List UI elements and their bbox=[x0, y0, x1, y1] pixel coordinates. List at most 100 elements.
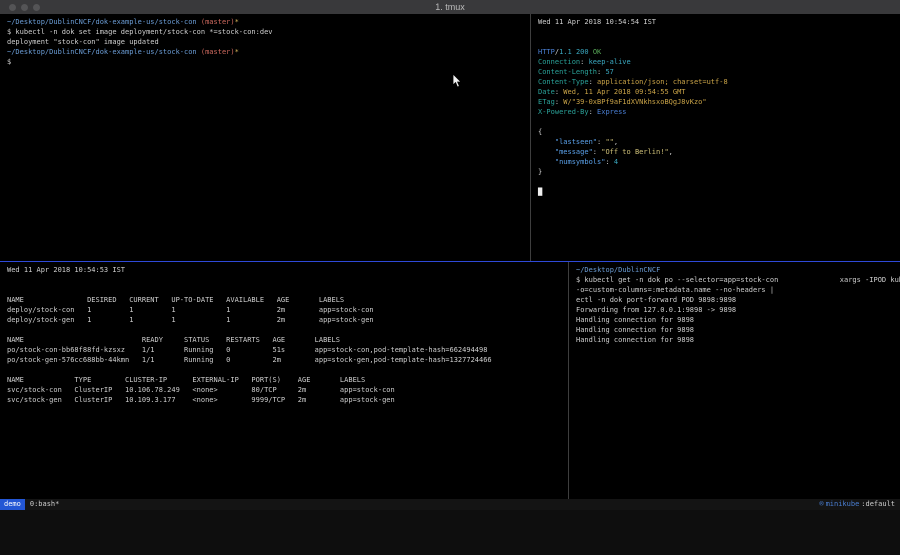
kube-context-icon: ® bbox=[819, 499, 823, 510]
terminal-line bbox=[7, 365, 568, 375]
terminal-text-segment: : bbox=[589, 108, 597, 116]
terminal-text-segment: deploy/stock-gen 1 1 1 1 2m app=stock-ge… bbox=[7, 316, 374, 324]
terminal-text-segment: (master) bbox=[201, 18, 235, 26]
terminal-line: ~/Desktop/DublinCNCF/dok-example-us/stoc… bbox=[7, 47, 530, 57]
terminal-line: $ kubectl -n dok set image deployment/st… bbox=[7, 27, 530, 37]
terminal-line: NAME TYPE CLUSTER-IP EXTERNAL-IP PORT(S)… bbox=[7, 375, 568, 385]
terminal-line: ETag: W/"39-0xBPf9aF1dXVNkhsxoBQgJ8vKzo" bbox=[538, 97, 900, 107]
terminal-line: Handling connection for 9898 bbox=[576, 325, 900, 335]
terminal-text-segment: NAME TYPE CLUSTER-IP EXTERNAL-IP PORT(S)… bbox=[7, 376, 365, 384]
terminal-text-segment: , bbox=[614, 138, 618, 146]
pane-top-right-http-response[interactable]: Wed 11 Apr 2018 10:54:54 IST HTTP/1.1 200… bbox=[531, 14, 900, 264]
status-right: ® minikube :default bbox=[819, 499, 895, 510]
pane-divider-horizontal[interactable] bbox=[0, 261, 900, 262]
terminal-line: deploy/stock-gen 1 1 1 1 2m app=stock-ge… bbox=[7, 315, 568, 325]
terminal-text-segment: "" bbox=[605, 138, 613, 146]
terminal-line bbox=[538, 117, 900, 127]
terminal-text-segment: NAME READY STATUS RESTARTS AGE LABELS bbox=[7, 336, 340, 344]
terminal-text-segment: , bbox=[669, 148, 673, 156]
tmux-window: 1. tmux ~/Desktop/DublinCNCF/dok-example… bbox=[0, 0, 900, 510]
terminal-line: deployment "stock-con" image updated bbox=[7, 37, 530, 47]
terminal-line: Content-Type: application/json; charset=… bbox=[538, 77, 900, 87]
terminal-text-segment: keep-alive bbox=[589, 58, 631, 66]
terminal-text-segment: Forwarding from 127.0.0.1:9898 -> 9898 bbox=[576, 306, 736, 314]
terminal-text-segment: NAME DESIRED CURRENT UP-TO-DATE AVAILABL… bbox=[7, 296, 344, 304]
terminal-line bbox=[538, 27, 900, 37]
terminal-text-segment: "lastseen" bbox=[538, 138, 597, 146]
terminal-text-segment: 4 bbox=[614, 158, 618, 166]
mouse-cursor bbox=[452, 74, 463, 89]
terminal-text-segment: W/"39-0xBPf9aF1dXVNkhsxoBQgJ8vKzo" bbox=[563, 98, 706, 106]
terminal-line: █ bbox=[538, 187, 900, 197]
terminal-line: "message": "Off to Berlin!", bbox=[538, 147, 900, 157]
pane-divider-vertical-bottom[interactable] bbox=[568, 262, 569, 499]
terminal-text-segment: Express bbox=[597, 108, 627, 116]
pane-top-left-shell[interactable]: ~/Desktop/DublinCNCF/dok-example-us/stoc… bbox=[0, 14, 533, 264]
terminal-line bbox=[7, 325, 568, 335]
terminal-line: { bbox=[538, 127, 900, 137]
minimize-button[interactable] bbox=[21, 4, 28, 11]
terminal-line: svc/stock-gen ClusterIP 10.109.3.177 <no… bbox=[7, 395, 568, 405]
terminal-line: Wed 11 Apr 2018 10:54:54 IST bbox=[538, 17, 900, 27]
pane-divider-vertical-top[interactable] bbox=[530, 14, 531, 261]
terminal-text-segment: : bbox=[580, 58, 588, 66]
terminal-line: $ bbox=[7, 57, 530, 67]
terminal-text-segment: xargs -IPOD kub bbox=[840, 275, 900, 285]
terminal-line bbox=[538, 37, 900, 47]
terminal-line: po/stock-gen-576cc688bb-44kmn 1/1 Runnin… bbox=[7, 355, 568, 365]
terminal-line: NAME DESIRED CURRENT UP-TO-DATE AVAILABL… bbox=[7, 295, 568, 305]
terminal-text-segment: Handling connection for 9898 bbox=[576, 326, 694, 334]
terminal-line: ectl -n dok port-forward POD 9898:9898 bbox=[576, 295, 900, 305]
terminal-line: po/stock-con-bb68f88fd-kzsxz 1/1 Running… bbox=[7, 345, 568, 355]
terminal-line: "numsymbols": 4 bbox=[538, 157, 900, 167]
terminal-text-segment: $ kubectl -n dok set image deployment/st… bbox=[7, 28, 273, 36]
terminal-text-segment: deployment "stock-con" image updated bbox=[7, 38, 159, 46]
pane-bottom-right-port-forward[interactable]: ~/Desktop/DublinCNCF $ kubectl get -n dok… bbox=[569, 262, 900, 502]
terminal-text-segment: Wed 11 Apr 2018 10:54:54 IST bbox=[538, 18, 656, 26]
terminal-line: svc/stock-con ClusterIP 10.106.78.249 <n… bbox=[7, 385, 568, 395]
terminal-line: Wed 11 Apr 2018 10:54:53 IST bbox=[7, 265, 568, 275]
terminal-text-segment: : bbox=[605, 158, 613, 166]
terminal-text-segment: } bbox=[538, 168, 542, 176]
desktop-background: 1. tmux ~/Desktop/DublinCNCF/dok-example… bbox=[0, 0, 900, 555]
terminal-text-segment: Handling connection for 9898 bbox=[576, 316, 694, 324]
terminal-line: Date: Wed, 11 Apr 2018 09:54:55 GMT bbox=[538, 87, 900, 97]
zoom-button[interactable] bbox=[33, 4, 40, 11]
terminal-text-segment: "Off to Berlin!" bbox=[601, 148, 668, 156]
pane-bottom-left-kubectl-watch[interactable]: Wed 11 Apr 2018 10:54:53 IST NAME DESIRED… bbox=[0, 262, 571, 502]
terminal-text-segment: ~/Desktop/DublinCNCF/dok-example-us/stoc… bbox=[7, 18, 201, 26]
terminal-line bbox=[7, 275, 568, 285]
terminal-line: } bbox=[538, 167, 900, 177]
terminal-text-segment: "message" bbox=[538, 148, 593, 156]
terminal-line: Handling connection for 9898 bbox=[576, 335, 900, 345]
terminal-text-segment: ETag bbox=[538, 98, 555, 106]
terminal-line bbox=[7, 285, 568, 295]
terminal-text-segment: -o=custom-columns=:metadata.name --no-he… bbox=[576, 286, 774, 294]
window-tab-bash[interactable]: 0:bash* bbox=[30, 499, 60, 510]
terminal-line: X-Powered-By: Express bbox=[538, 107, 900, 117]
terminal-text-segment: 57 bbox=[605, 68, 613, 76]
terminal-text-segment: * bbox=[235, 18, 239, 26]
terminal-text-segment: Connection bbox=[538, 58, 580, 66]
close-button[interactable] bbox=[9, 4, 16, 11]
terminal-text-segment: $ kubectl get -n dok po --selector=app=s… bbox=[576, 276, 778, 284]
terminal-text-segment: 1.1 bbox=[559, 48, 572, 56]
terminal-text-segment: X-Powered-By bbox=[538, 108, 589, 116]
terminal-line: Connection: keep-alive bbox=[538, 57, 900, 67]
terminal-line: $ kubectl get -n dok po --selector=app=s… bbox=[576, 275, 900, 285]
traffic-lights bbox=[9, 4, 40, 11]
terminal-text-segment: ~/Desktop/DublinCNCF/dok-example-us/stoc… bbox=[7, 48, 201, 56]
session-name-badge[interactable]: demo bbox=[0, 499, 25, 510]
window-titlebar[interactable]: 1. tmux bbox=[0, 0, 900, 14]
terminal-text-segment: application/json; charset=utf-8 bbox=[597, 78, 728, 86]
terminal-line: HTTP/1.1 200 OK bbox=[538, 47, 900, 57]
terminal-text-segment: * bbox=[235, 48, 239, 56]
terminal-line: deploy/stock-con 1 1 1 1 2m app=stock-co… bbox=[7, 305, 568, 315]
terminal-line: ~/Desktop/DublinCNCF bbox=[576, 265, 900, 275]
terminal-text-segment: 200 bbox=[576, 48, 589, 56]
terminal-text-segment: (master) bbox=[201, 48, 235, 56]
kube-namespace: :default bbox=[861, 499, 895, 510]
terminal-text-segment: Content-Length bbox=[538, 68, 597, 76]
terminal-text-segment: ~/Desktop/DublinCNCF bbox=[576, 266, 660, 274]
window-title: 1. tmux bbox=[435, 2, 465, 12]
